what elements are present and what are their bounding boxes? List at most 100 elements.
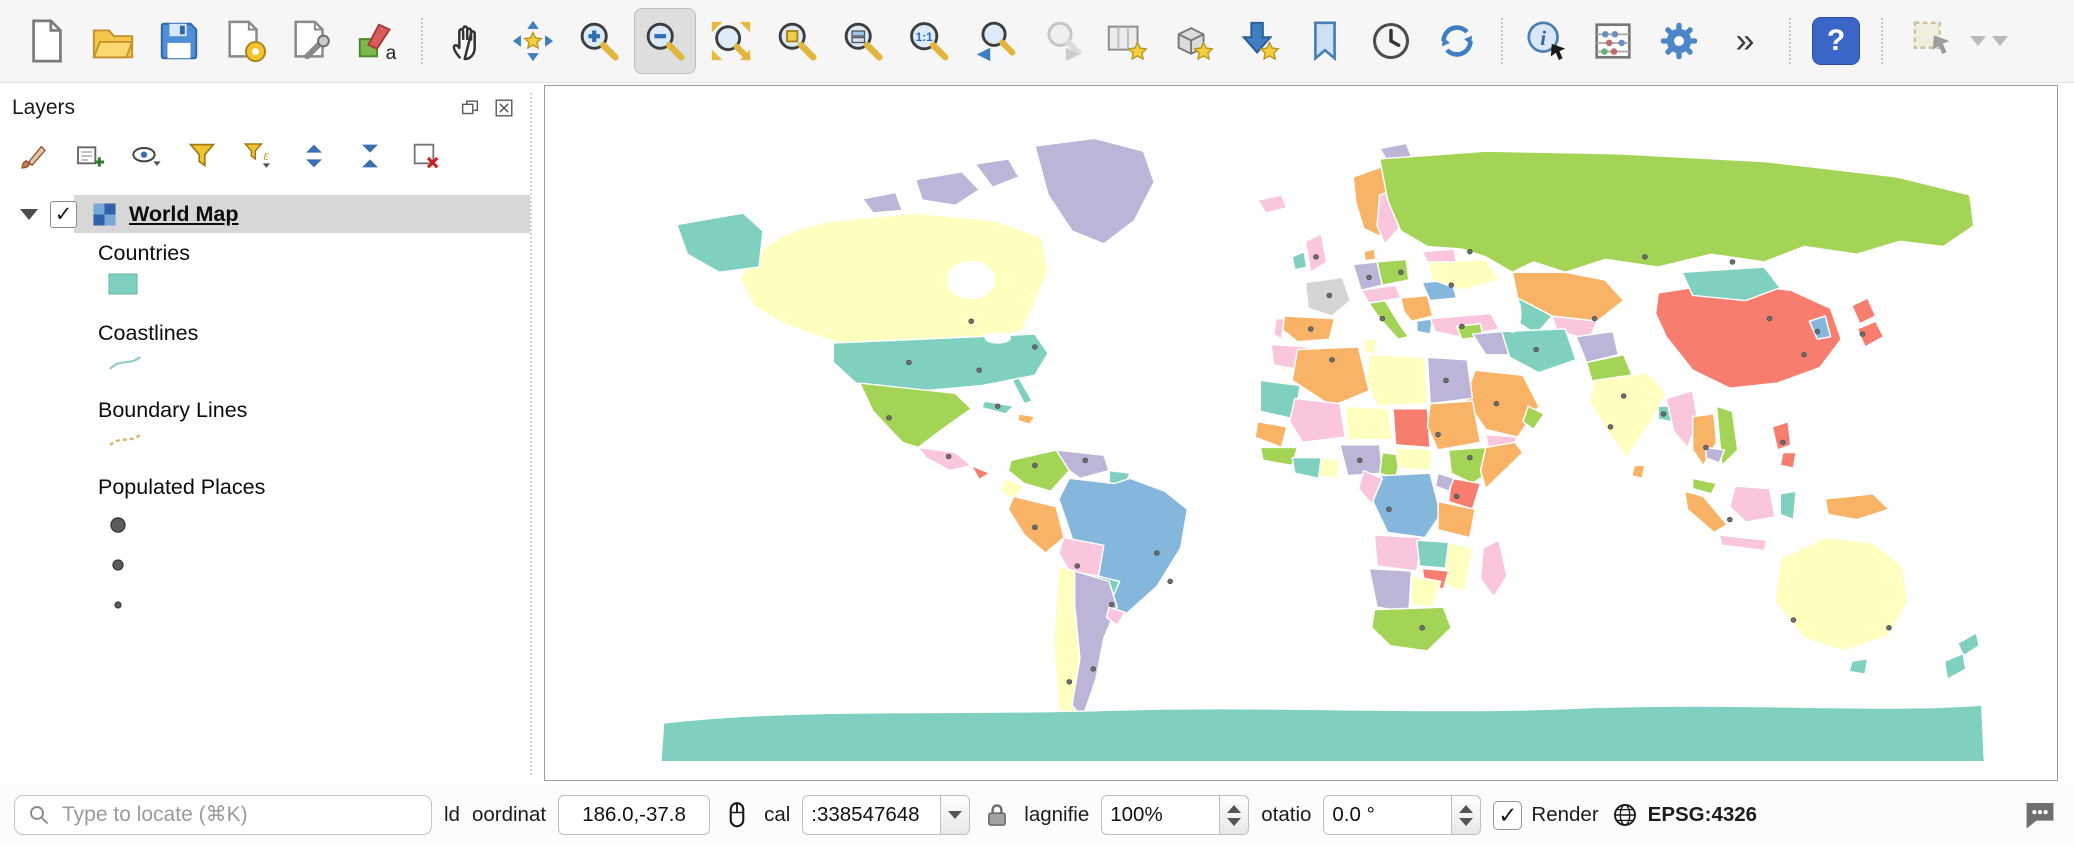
style-manager-button[interactable]: a <box>346 8 408 74</box>
toolbar-more-dropdown-icon[interactable] <box>1992 36 2008 46</box>
layer-tree: ✓ World Map Countries Coastlines <box>12 193 530 625</box>
zoom-last-button[interactable] <box>964 8 1026 74</box>
legend-item-populated-places[interactable]: Populated Places <box>98 469 530 625</box>
select-features-group <box>1902 8 2008 74</box>
zoom-to-layer-button[interactable] <box>832 8 894 74</box>
scale-input[interactable] <box>802 795 940 835</box>
layers-panel-header: Layers <box>12 91 530 125</box>
render-checkbox[interactable]: ✓ <box>1493 801 1522 830</box>
remove-layer-button[interactable] <box>406 137 446 175</box>
magnifier-spinbox <box>1101 795 1249 835</box>
crs-status-button[interactable]: EPSG:4326 <box>1611 801 1757 829</box>
crs-label: EPSG:4326 <box>1648 803 1757 827</box>
toolbar-separator <box>1789 18 1791 64</box>
open-layer-styling-button[interactable] <box>14 137 54 175</box>
collapse-all-icon <box>354 140 386 172</box>
toolbar-overflow-button[interactable]: » <box>1714 8 1776 74</box>
zoom-native-resolution-button[interactable]: 1:1 <box>898 8 960 74</box>
rotation-label-fragment: otatio <box>1261 803 1311 827</box>
point-symbol-small <box>108 585 530 625</box>
coordinate-label-fragment-1: ld <box>444 803 460 827</box>
zoom-selection-icon <box>774 18 820 64</box>
pan-hand-icon <box>444 18 490 64</box>
select-features-button[interactable] <box>1902 8 1964 74</box>
pan-to-selection-button[interactable] <box>502 8 564 74</box>
rotation-steppers[interactable] <box>1451 795 1481 835</box>
svg-text:ε: ε <box>263 148 269 164</box>
new-print-layout-button[interactable] <box>214 8 276 74</box>
svg-text:i: i <box>1540 26 1546 50</box>
legend-item-coastlines[interactable]: Coastlines <box>98 315 530 378</box>
float-panel-icon <box>459 97 481 119</box>
coordinate-label-fragment-2: oordinat <box>472 803 546 827</box>
select-tool-dropdown-icon[interactable] <box>1970 36 1986 46</box>
toggle-extents-button[interactable] <box>722 800 752 830</box>
add-group-button[interactable] <box>70 137 110 175</box>
expand-all-button[interactable] <box>294 137 334 175</box>
statistical-summary-button[interactable] <box>1582 8 1644 74</box>
panel-close-button[interactable] <box>492 96 516 120</box>
zoom-out-button[interactable] <box>634 8 696 74</box>
collapse-all-button[interactable] <box>350 137 390 175</box>
lock-scale-button[interactable] <box>982 800 1012 830</box>
coordinate-input[interactable] <box>558 795 710 835</box>
point-symbol-large <box>108 505 530 545</box>
new-3d-map-view-button[interactable] <box>1162 8 1224 74</box>
expression-filter-icon: ε <box>242 140 274 172</box>
rotation-input[interactable] <box>1323 795 1451 835</box>
refresh-button[interactable] <box>1426 8 1488 74</box>
layers-panel: Layers ε ✓ <box>0 83 530 785</box>
zoom-full-extent-button[interactable] <box>700 8 762 74</box>
search-icon <box>27 803 51 827</box>
messages-button[interactable] <box>2020 795 2060 835</box>
magnifier-label-fragment: lagnifie <box>1024 803 1089 827</box>
render-toggle[interactable]: ✓ Render <box>1493 801 1598 830</box>
toolbar-separator <box>1881 18 1883 64</box>
options-button[interactable] <box>1648 8 1710 74</box>
locator-search-box[interactable] <box>14 795 432 835</box>
coastlines-line-symbol <box>108 353 530 378</box>
qgis-window: a 1:1 i » ? <box>0 0 2074 845</box>
new-3d-view-icon <box>1170 18 1216 64</box>
new-map-view-button[interactable] <box>1096 8 1158 74</box>
select-rectangle-icon <box>1910 18 1956 64</box>
scale-dropdown-button[interactable] <box>940 795 970 835</box>
new-spatial-bookmark-button[interactable] <box>1228 8 1290 74</box>
temporal-controller-button[interactable] <box>1360 8 1422 74</box>
new-bookmark-icon <box>1236 18 1282 64</box>
close-icon <box>493 97 515 119</box>
show-layout-manager-button[interactable] <box>280 8 342 74</box>
chevron-down-icon <box>948 811 962 819</box>
filter-legend-button[interactable] <box>182 137 222 175</box>
step-down-icon <box>1459 818 1473 826</box>
legend-item-countries[interactable]: Countries <box>98 235 530 301</box>
identify-features-button[interactable]: i <box>1516 8 1578 74</box>
expander-icon[interactable] <box>20 209 38 220</box>
help-button[interactable]: ? <box>1812 17 1860 65</box>
filter-by-expression-button[interactable]: ε <box>238 137 278 175</box>
manage-map-themes-button[interactable] <box>126 137 166 175</box>
zoom-to-selection-button[interactable] <box>766 8 828 74</box>
magnifier-input[interactable] <box>1101 795 1219 835</box>
zoom-next-button[interactable] <box>1030 8 1092 74</box>
layer-group-row[interactable]: ✓ World Map <box>12 193 530 235</box>
layout-manager-icon <box>288 18 334 64</box>
project-new-button[interactable] <box>16 8 78 74</box>
project-open-button[interactable] <box>82 8 144 74</box>
zoom-in-button[interactable] <box>568 8 630 74</box>
legend-item-boundary-lines[interactable]: Boundary Lines <box>98 392 530 455</box>
panel-splitter[interactable] <box>530 93 544 775</box>
countries-fill-symbol <box>108 273 530 301</box>
panel-float-button[interactable] <box>458 96 482 120</box>
map-canvas[interactable] <box>544 85 2058 781</box>
show-spatial-bookmarks-button[interactable] <box>1294 8 1356 74</box>
gear-icon <box>1656 18 1702 64</box>
project-save-button[interactable] <box>148 8 210 74</box>
layer-group-checkbox[interactable]: ✓ <box>50 201 77 228</box>
pan-map-button[interactable] <box>436 8 498 74</box>
render-label: Render <box>1531 803 1598 827</box>
magnifier-steppers[interactable] <box>1219 795 1249 835</box>
layer-group-icon <box>91 201 118 228</box>
step-down-icon <box>1227 818 1241 826</box>
locator-search-input[interactable] <box>60 802 419 828</box>
